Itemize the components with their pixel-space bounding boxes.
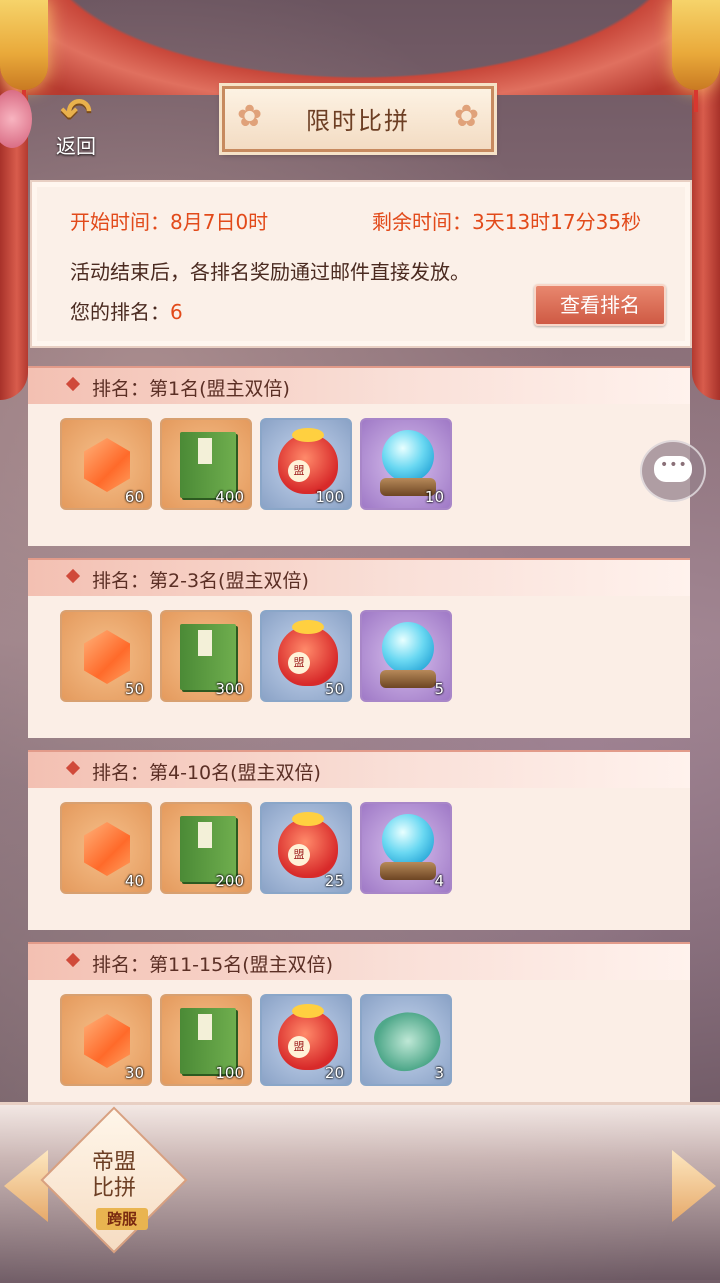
reward-item[interactable]: 4 — [360, 802, 452, 894]
reward-count: 10 — [424, 488, 444, 506]
rank-section: 排名：第4-10名(盟主双倍) 40 200 盟 25 4 — [28, 750, 690, 930]
reward-item[interactable]: 5 — [360, 610, 452, 702]
reward-item[interactable]: 50 — [60, 610, 152, 702]
remaining-time: 剩余时间：3天13时17分35秒 — [372, 210, 642, 234]
reward-list: 40 200 盟 25 4 — [28, 788, 690, 930]
reward-list: 50 300 盟 50 5 — [28, 596, 690, 738]
reward-item[interactable]: 40 — [60, 802, 152, 894]
reward-count: 5 — [434, 680, 444, 698]
orange-crystal-icon — [84, 822, 130, 876]
reward-item[interactable]: 100 — [160, 994, 252, 1086]
rank-section: 排名：第2-3名(盟主双倍) 50 300 盟 50 5 — [28, 558, 690, 738]
reward-count: 30 — [124, 1064, 144, 1082]
reward-count: 100 — [315, 488, 344, 506]
rank-header: 排名：第2-3名(盟主双倍) — [28, 558, 690, 596]
cross-server-badge: 跨服 — [96, 1208, 148, 1230]
reward-count: 40 — [124, 872, 144, 890]
reward-count: 50 — [124, 680, 144, 698]
rank-title: 排名：第4-10名(盟主双倍) — [92, 762, 321, 784]
chat-icon — [654, 456, 692, 482]
reward-item[interactable]: 10 — [360, 418, 452, 510]
rank-title: 排名：第11-15名(盟主双倍) — [92, 954, 334, 976]
blue-orb-icon — [382, 622, 434, 674]
title-plate: ✿ 限时比拼 ✿ — [222, 86, 494, 152]
diamond-icon — [65, 376, 81, 392]
info-panel: 开始时间：8月7日0时 剩余时间：3天13时17分35秒 活动结束后，各排名奖励… — [30, 180, 692, 348]
reward-count: 100 — [215, 1064, 244, 1082]
reward-list: 30 100 盟 20 3 — [28, 980, 690, 1102]
treasure-bag-icon: 盟 — [278, 620, 338, 686]
rank-section: 排名：第1名(盟主双倍) 60 400 盟 100 10 — [28, 366, 690, 546]
rank-header: 排名：第4-10名(盟主双倍) — [28, 750, 690, 788]
orange-crystal-icon — [84, 438, 130, 492]
orange-crystal-icon — [84, 1014, 130, 1068]
treasure-bag-icon: 盟 — [278, 1004, 338, 1070]
blue-orb-icon — [382, 430, 434, 482]
rank-header: 排名：第1名(盟主双倍) — [28, 366, 690, 404]
diamond-icon — [65, 568, 81, 584]
chat-bubble-button[interactable] — [640, 440, 706, 502]
reward-count: 4 — [434, 872, 444, 890]
reward-item[interactable]: 30 — [60, 994, 152, 1086]
reward-count: 3 — [434, 1064, 444, 1082]
reward-count: 400 — [215, 488, 244, 506]
reward-item[interactable]: 300 — [160, 610, 252, 702]
diamond-icon — [65, 760, 81, 776]
reward-item[interactable]: 60 — [60, 418, 152, 510]
diamond-icon — [65, 952, 81, 968]
reward-item[interactable]: 3 — [360, 994, 452, 1086]
reward-count: 25 — [324, 872, 344, 890]
reward-item[interactable]: 盟 50 — [260, 610, 352, 702]
treasure-bag-icon: 盟 — [278, 428, 338, 494]
tab-label[interactable]: 帝盟 比拼 — [72, 1150, 156, 1202]
curtain-top — [0, 0, 720, 95]
reward-item[interactable]: 盟 20 — [260, 994, 352, 1086]
rank-header: 排名：第11-15名(盟主双倍) — [28, 942, 690, 980]
reward-item[interactable]: 盟 100 — [260, 418, 352, 510]
my-rank: 您的排名：6 — [70, 296, 183, 325]
page-title: 限时比拼 — [306, 107, 410, 135]
rank-section: 排名：第11-15名(盟主双倍) 30 100 盟 20 3 — [28, 942, 690, 1102]
reward-count: 60 — [124, 488, 144, 506]
back-arrow-icon: ↶ — [60, 90, 92, 134]
rank-title: 排名：第1名(盟主双倍) — [92, 378, 290, 400]
blue-orb-icon — [382, 814, 434, 866]
tab-label-line1: 帝盟 — [91, 1150, 136, 1175]
orange-crystal-icon — [84, 630, 130, 684]
reward-list: 60 400 盟 100 10 — [28, 404, 690, 546]
view-rank-button[interactable]: 查看排名 — [534, 284, 666, 326]
back-button[interactable]: ↶ 返回 — [44, 90, 108, 158]
tab-label-line2: 比拼 — [91, 1176, 136, 1201]
back-label: 返回 — [56, 134, 96, 158]
notice-text: 活动结束后，各排名奖励通过邮件直接发放。 — [70, 260, 470, 284]
reward-item[interactable]: 200 — [160, 802, 252, 894]
reward-count: 50 — [324, 680, 344, 698]
reward-count: 20 — [324, 1064, 344, 1082]
start-time: 开始时间：8月7日0时 — [70, 210, 269, 234]
reward-count: 300 — [215, 680, 244, 698]
lantern-icon — [672, 0, 720, 112]
reward-count: 200 — [215, 872, 244, 890]
flower-icon: ✿ — [453, 99, 479, 134]
my-rank-value: 6 — [170, 300, 183, 324]
reward-item[interactable]: 盟 25 — [260, 802, 352, 894]
my-rank-label: 您的排名： — [70, 300, 170, 324]
reward-item[interactable]: 400 — [160, 418, 252, 510]
lantern-icon — [0, 0, 48, 112]
rank-title: 排名：第2-3名(盟主双倍) — [92, 570, 309, 592]
treasure-bag-icon: 盟 — [278, 812, 338, 878]
